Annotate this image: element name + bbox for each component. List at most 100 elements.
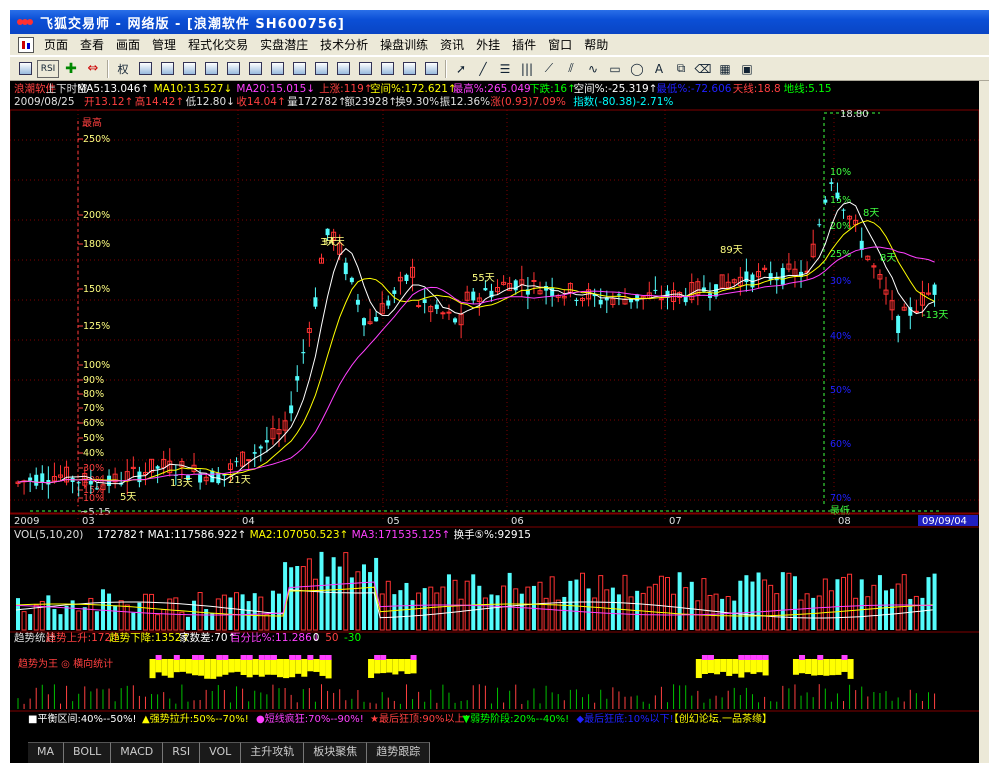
glasses-icon[interactable]: [157, 60, 177, 78]
volume-bar-down: [720, 598, 725, 630]
volume-bar-up: [871, 584, 877, 631]
tab-1[interactable]: BOLL: [64, 742, 112, 763]
candle-body-down: [252, 452, 257, 454]
header1-item-6: 空间%:172.621↑: [370, 82, 457, 95]
calc-icon[interactable]: [399, 60, 419, 78]
candle-body-down: [76, 482, 81, 484]
menu-item-1[interactable]: 查看: [74, 36, 110, 53]
cursor-icon[interactable]: ➚: [451, 60, 471, 78]
menu-item-3[interactable]: 管理: [146, 36, 182, 53]
chart-panel[interactable]: 浪潮软件 上下时空 MA5:13.046↑ MA10:13.527↓ MA20:15.0…: [10, 81, 979, 742]
trend-strong-bar: [847, 659, 854, 679]
cube-icon[interactable]: [245, 60, 265, 78]
copy-icon[interactable]: ⧉: [671, 60, 691, 78]
volume-bar-up: [762, 579, 768, 631]
volume-bar-up: [774, 593, 780, 631]
tab-5[interactable]: 主升攻轨: [241, 742, 305, 763]
rect-icon[interactable]: ▭: [605, 60, 625, 78]
volume-bar-down: [908, 598, 913, 630]
wave-icon[interactable]: ∿: [583, 60, 603, 78]
channel-icon[interactable]: ⫽: [561, 60, 581, 78]
eraser-icon[interactable]: ⌫: [693, 60, 713, 78]
trend-crazy-bar: [744, 655, 751, 660]
menu-item-2[interactable]: 画面: [110, 36, 146, 53]
circle-icon[interactable]: ◯: [627, 60, 647, 78]
trend-strong-bar: [792, 659, 799, 675]
swap-icon[interactable]: ⇔: [83, 60, 103, 78]
palette-icon[interactable]: ▦: [715, 60, 735, 78]
trend-strong-bar: [398, 659, 405, 672]
text-tool-icon[interactable]: A: [649, 60, 669, 78]
menu-item-9[interactable]: 外挂: [470, 36, 506, 53]
trend-strong-bar: [173, 659, 180, 673]
plus-icon[interactable]: ✚: [61, 60, 81, 78]
rsi-button[interactable]: RSI: [37, 59, 59, 78]
left-pct-label: 40%: [83, 448, 104, 459]
legend-item-5: ◆最后狂底:10%以下!: [576, 712, 673, 725]
alarm-icon[interactable]: [289, 60, 309, 78]
trend-strong-bar: [149, 659, 156, 679]
candle-body-up: [246, 459, 252, 462]
menu-item-8[interactable]: 资讯: [434, 36, 470, 53]
trend-strong-bar: [695, 659, 702, 679]
right-pct-label: 50%: [830, 385, 851, 396]
bar-chart-icon[interactable]: [179, 60, 199, 78]
menu-item-12[interactable]: 帮助: [578, 36, 614, 53]
header1-item-9: 空间%:-25.319↑: [574, 82, 658, 95]
trend-header-item-5: 0: [313, 632, 320, 644]
trend-strong-bar: [823, 659, 830, 676]
trend-strong-bar: [295, 659, 302, 674]
left-pct-label: 250%: [83, 134, 110, 145]
trend-crazy-bar: [295, 655, 302, 660]
tab-3[interactable]: RSI: [163, 742, 201, 763]
candle-body-down: [896, 315, 901, 334]
eye-icon[interactable]: [135, 60, 155, 78]
candle-body-down: [629, 299, 634, 303]
chart-canvas[interactable]: 浪潮软件上下时空MA5:13.046↑ MA10:13.527↓ MA20:15.0…: [10, 81, 979, 742]
list-icon[interactable]: [201, 60, 221, 78]
volume-bar-down: [46, 595, 51, 630]
right-pct-label: 20%: [830, 221, 851, 232]
table-icon[interactable]: [333, 60, 353, 78]
menu-item-5[interactable]: 实盘潜庄: [254, 36, 314, 53]
legend-item-4: ▼弱势阶段:20%--40%!: [462, 712, 569, 725]
right-pct-label: 70%: [830, 493, 851, 504]
volume-bar-up: [385, 580, 391, 631]
left-pct-label: 10%: [83, 493, 104, 504]
menu-item-11[interactable]: 窗口: [542, 36, 578, 53]
title-bar: 飞狐交易师 - 网络版 - [浪潮软件 SH600756]: [10, 10, 989, 34]
tab-6[interactable]: 板块聚焦: [304, 742, 368, 763]
tab-7[interactable]: 趋势跟踪: [367, 742, 431, 763]
menu-item-4[interactable]: 程式化交易: [182, 36, 254, 53]
menu-item-7[interactable]: 操盘训练: [374, 36, 434, 53]
trend-strong-bar: [313, 659, 320, 672]
document-icon[interactable]: [18, 36, 34, 53]
pen-icon[interactable]: [311, 60, 331, 78]
bars-icon[interactable]: |||: [517, 60, 537, 78]
trend-header-item-3: 家数差:70↑: [179, 631, 236, 644]
book-icon[interactable]: [223, 60, 243, 78]
fan-icon[interactable]: ⟋: [539, 60, 559, 78]
menu-item-6[interactable]: 技术分析: [314, 36, 374, 53]
trend-strong-bar: [301, 659, 308, 677]
tab-4[interactable]: VOL: [200, 742, 242, 763]
volume-bar-up: [841, 576, 847, 631]
tab-2[interactable]: MACD: [111, 742, 164, 763]
save-icon[interactable]: ▣: [737, 60, 757, 78]
menu-item-10[interactable]: 插件: [506, 36, 542, 53]
line-chart-icon[interactable]: [421, 60, 441, 78]
grid-icon[interactable]: [377, 60, 397, 78]
menu-item-0[interactable]: 页面: [38, 36, 74, 53]
quan-button[interactable]: 权: [113, 60, 133, 78]
vertical-scrollbar[interactable]: [979, 81, 989, 763]
candle-body-down: [234, 461, 239, 463]
window-icon[interactable]: [355, 60, 375, 78]
trend-strong-bar: [210, 659, 217, 679]
home-icon[interactable]: [15, 60, 35, 78]
tab-0[interactable]: MA: [28, 742, 65, 763]
line-tool-icon[interactable]: ╱: [473, 60, 493, 78]
volume-bar-down: [756, 572, 761, 630]
parallel-icon[interactable]: ☰: [495, 60, 515, 78]
gear-icon[interactable]: [267, 60, 287, 78]
trend-crazy-bar: [155, 655, 162, 660]
